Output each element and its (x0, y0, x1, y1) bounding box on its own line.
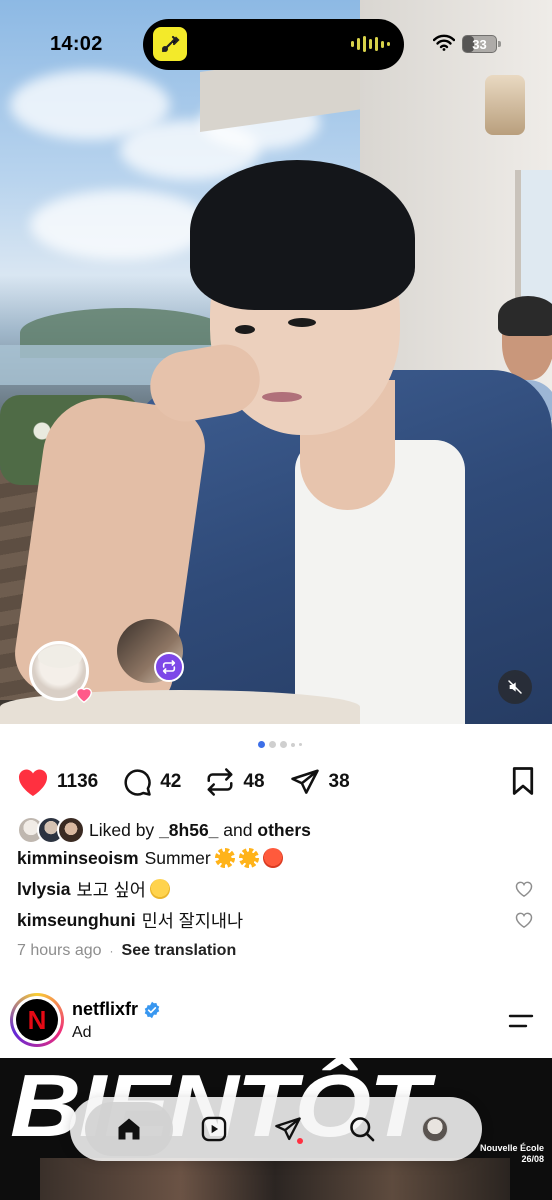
comment-text: 민서 잘지내나 (141, 910, 244, 931)
wifi-icon (433, 34, 455, 51)
tab-profile[interactable] (403, 1102, 467, 1156)
like-action[interactable]: 1136 (17, 767, 98, 797)
home-icon[interactable] (115, 1115, 143, 1143)
carousel-dot (280, 741, 287, 748)
carousel-dot (269, 741, 276, 748)
tag-heart-icon (75, 687, 93, 704)
sponsored-label: Ad (72, 1024, 92, 1041)
liked-by-avatars (17, 816, 89, 844)
liked-by-others[interactable]: others (257, 820, 310, 840)
meta-separator: · (109, 944, 114, 958)
liked-by-row[interactable]: Liked by _8h56_ and others (17, 815, 311, 845)
guitar-icon (161, 35, 180, 53)
battery-indicator: 33 (462, 35, 497, 53)
tab-search[interactable] (330, 1102, 394, 1156)
liked-by-user[interactable]: _8h56_ (159, 820, 218, 840)
notification-dot (296, 1138, 303, 1144)
search-icon[interactable] (348, 1115, 376, 1143)
comment-author[interactable]: lvlysia (17, 879, 71, 900)
post-caption: kimminseoism Summer (17, 846, 283, 870)
ad-post-header: N netflixfr Ad (10, 993, 542, 1048)
verified-badge-icon (144, 1001, 160, 1018)
ad-account-avatar[interactable]: N (10, 993, 64, 1047)
comment-bubble-icon[interactable] (122, 767, 152, 797)
live-activity-app-icon (153, 27, 187, 61)
audio-waveform-icon (351, 36, 390, 52)
liked-by-text[interactable]: Liked by _8h56_ and others (89, 820, 311, 841)
eye (288, 318, 316, 327)
status-time: 14:02 (50, 33, 103, 55)
repost-count[interactable]: 48 (243, 771, 264, 793)
avatar (57, 816, 85, 844)
remix-badge[interactable] (154, 652, 184, 682)
caption-text: Summer (144, 847, 211, 868)
ad-account-username[interactable]: netflixfr (72, 999, 138, 1020)
comment-action[interactable]: 42 (122, 767, 181, 797)
carousel-dot (299, 743, 302, 746)
share-count[interactable]: 38 (329, 771, 350, 793)
netflix-logo: N (16, 999, 58, 1041)
sun-emoji-icon (214, 848, 235, 868)
comment-item: kimseunghuni 민서 잘지내나 (17, 908, 535, 932)
profile-avatar[interactable] (422, 1116, 449, 1142)
share-action[interactable]: 38 (289, 767, 350, 797)
cloud (30, 190, 210, 260)
dynamic-island[interactable] (143, 19, 404, 70)
tab-messages[interactable] (256, 1102, 320, 1156)
speaker-muted-icon (508, 680, 522, 694)
tab-home[interactable] (84, 1102, 173, 1156)
ad-people-image (40, 1158, 510, 1200)
tab-reels[interactable] (182, 1102, 246, 1156)
sun-emoji-icon (238, 848, 259, 868)
like-count[interactable]: 1136 (57, 771, 98, 793)
carousel-dot-active (258, 741, 265, 748)
comment-text: 보고 싶어 (76, 879, 146, 900)
pleading-face-emoji-icon (149, 879, 170, 899)
see-translation-link[interactable]: See translation (122, 942, 237, 960)
ad-account-name[interactable]: netflixfr (72, 999, 161, 1020)
eye (235, 325, 255, 334)
comment-like-heart-icon[interactable] (515, 880, 533, 898)
carousel-dot (291, 742, 295, 747)
reels-icon[interactable] (200, 1115, 228, 1143)
comment-count[interactable]: 42 (160, 771, 181, 793)
ad-release-date: Nouvelle École 26/08 (479, 1143, 544, 1164)
repost-action[interactable]: 48 (205, 767, 265, 797)
mute-button[interactable] (498, 670, 532, 704)
carousel-dots (258, 741, 302, 748)
menu-icon[interactable] (506, 1011, 536, 1031)
mouth (262, 392, 302, 402)
repost-icon[interactable] (205, 767, 235, 797)
wall-lamp (485, 75, 525, 135)
comment-item: lvlysia 보고 싶어 (17, 877, 535, 901)
hot-face-emoji-icon (262, 848, 283, 868)
post-actions: 1136 42 48 38 (17, 764, 537, 800)
paper-plane-icon[interactable] (289, 767, 321, 797)
comment-like-heart-icon[interactable] (515, 911, 533, 929)
bottom-tab-bar (70, 1097, 482, 1161)
remix-icon (162, 660, 176, 674)
battery-tip (498, 41, 501, 47)
post-author[interactable]: kimminseoism (17, 848, 139, 869)
comment-author[interactable]: kimseunghuni (17, 910, 136, 931)
post-photo[interactable] (0, 0, 552, 724)
bookmark-icon[interactable] (509, 766, 537, 796)
heart-filled-icon[interactable] (17, 767, 49, 797)
post-meta: 7 hours ago · See translation (17, 940, 236, 962)
battery-percent: 33 (472, 37, 487, 52)
post-timestamp: 7 hours ago (17, 942, 102, 959)
